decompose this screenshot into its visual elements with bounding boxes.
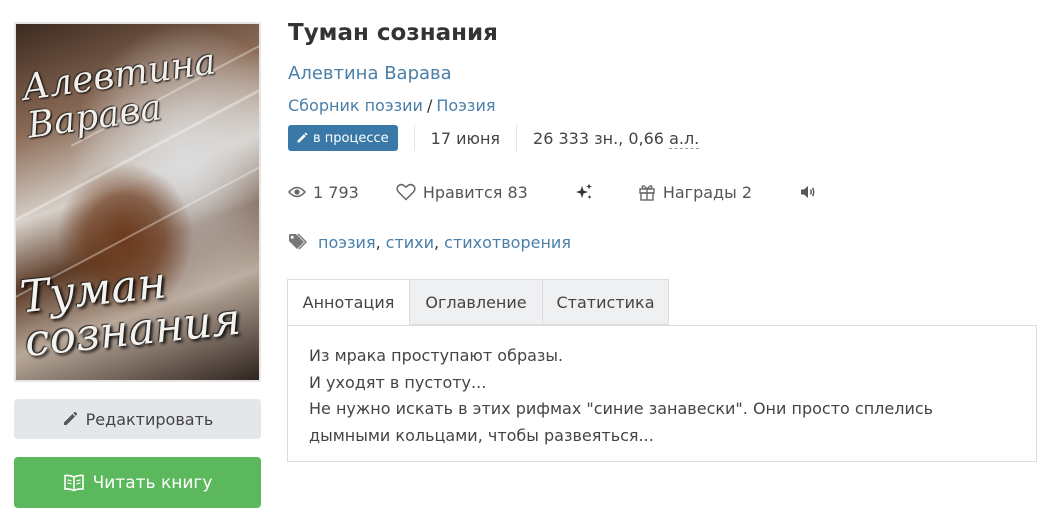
tag-link[interactable]: стихотворения xyxy=(444,233,571,252)
awards-button[interactable]: Награды 2 xyxy=(638,183,752,202)
tab-contents[interactable]: Оглавление xyxy=(410,279,543,325)
stats-row: 1 793 Нравится 83 Награды 2 xyxy=(288,178,824,206)
edit-button-label: Редактировать xyxy=(85,409,214,429)
tag-link[interactable]: поэзия xyxy=(318,233,376,252)
book-size-unit: а.л. xyxy=(669,128,700,149)
pencil-icon xyxy=(297,132,308,143)
likes-label: Нравится xyxy=(422,182,503,202)
author-link[interactable]: Алевтина Варава xyxy=(288,63,452,84)
book-cover[interactable]: Алевтина Варава Туман сознания xyxy=(14,22,261,382)
book-title: Туман сознания xyxy=(288,20,498,46)
annotation-line: И уходят в пустоту... xyxy=(309,372,487,392)
read-book-button[interactable]: Читать книгу xyxy=(14,457,261,508)
awards-label: Награды xyxy=(662,182,737,202)
book-size: 26 333 зн., 0,66 а.л. xyxy=(533,128,700,149)
genre-breadcrumb: Сборник поэзии / Поэзия xyxy=(288,96,496,115)
tags-icon xyxy=(289,233,308,250)
cover-author-text: Алевтина Варава xyxy=(19,41,219,147)
book-meta: в процессе 17 июня 26 333 зн., 0,66 а.л. xyxy=(288,124,700,152)
tag-separator: , xyxy=(375,232,381,252)
subgenre-link[interactable]: Поэзия xyxy=(436,96,495,115)
cover-title-text: Туман сознания xyxy=(17,257,244,368)
divider xyxy=(516,125,518,151)
sparkles-button[interactable] xyxy=(574,183,601,201)
read-button-label: Читать книгу xyxy=(92,472,213,493)
eye-icon xyxy=(288,186,306,198)
annotation-panel: Из мрака проступают образы. И уходят в п… xyxy=(287,325,1037,462)
publish-date: 17 июня xyxy=(430,128,501,148)
listen-button[interactable] xyxy=(799,184,824,200)
book-size-value: 26 333 зн., 0,66 xyxy=(533,128,670,148)
annotation-line: Из мрака проступают образы. xyxy=(309,346,564,365)
divider xyxy=(413,125,415,151)
views-count: 1 793 xyxy=(313,182,359,202)
speaker-icon xyxy=(801,186,815,198)
likes-count: 83 xyxy=(507,182,528,202)
tab-statistics[interactable]: Статистика xyxy=(543,279,669,325)
sparkles-icon xyxy=(575,183,592,199)
book-tabs: Аннотация Оглавление Статистика xyxy=(287,279,669,326)
edit-button[interactable]: Редактировать xyxy=(14,399,261,439)
status-badge-label: в процессе xyxy=(313,130,389,146)
views-stat: 1 793 xyxy=(288,183,359,202)
book-sidebar: Алевтина Варава Туман сознания xyxy=(14,22,261,382)
tag-link[interactable]: стихи xyxy=(386,233,434,252)
genre-link[interactable]: Сборник поэзии xyxy=(288,96,423,115)
heart-icon xyxy=(396,183,416,201)
tags-row: поэзия, стихи, стихотворения xyxy=(288,230,571,254)
pencil-icon xyxy=(63,411,77,425)
like-button[interactable]: Нравится 83 xyxy=(396,183,528,202)
status-badge: в процессе xyxy=(288,125,398,151)
annotation-line: Не нужно искать в этих рифмах "синие зан… xyxy=(309,399,934,445)
awards-count: 2 xyxy=(741,182,753,202)
tab-annotation[interactable]: Аннотация xyxy=(287,279,410,326)
gift-icon xyxy=(639,185,655,201)
tag-separator: , xyxy=(434,232,440,252)
book-open-icon xyxy=(63,474,84,491)
